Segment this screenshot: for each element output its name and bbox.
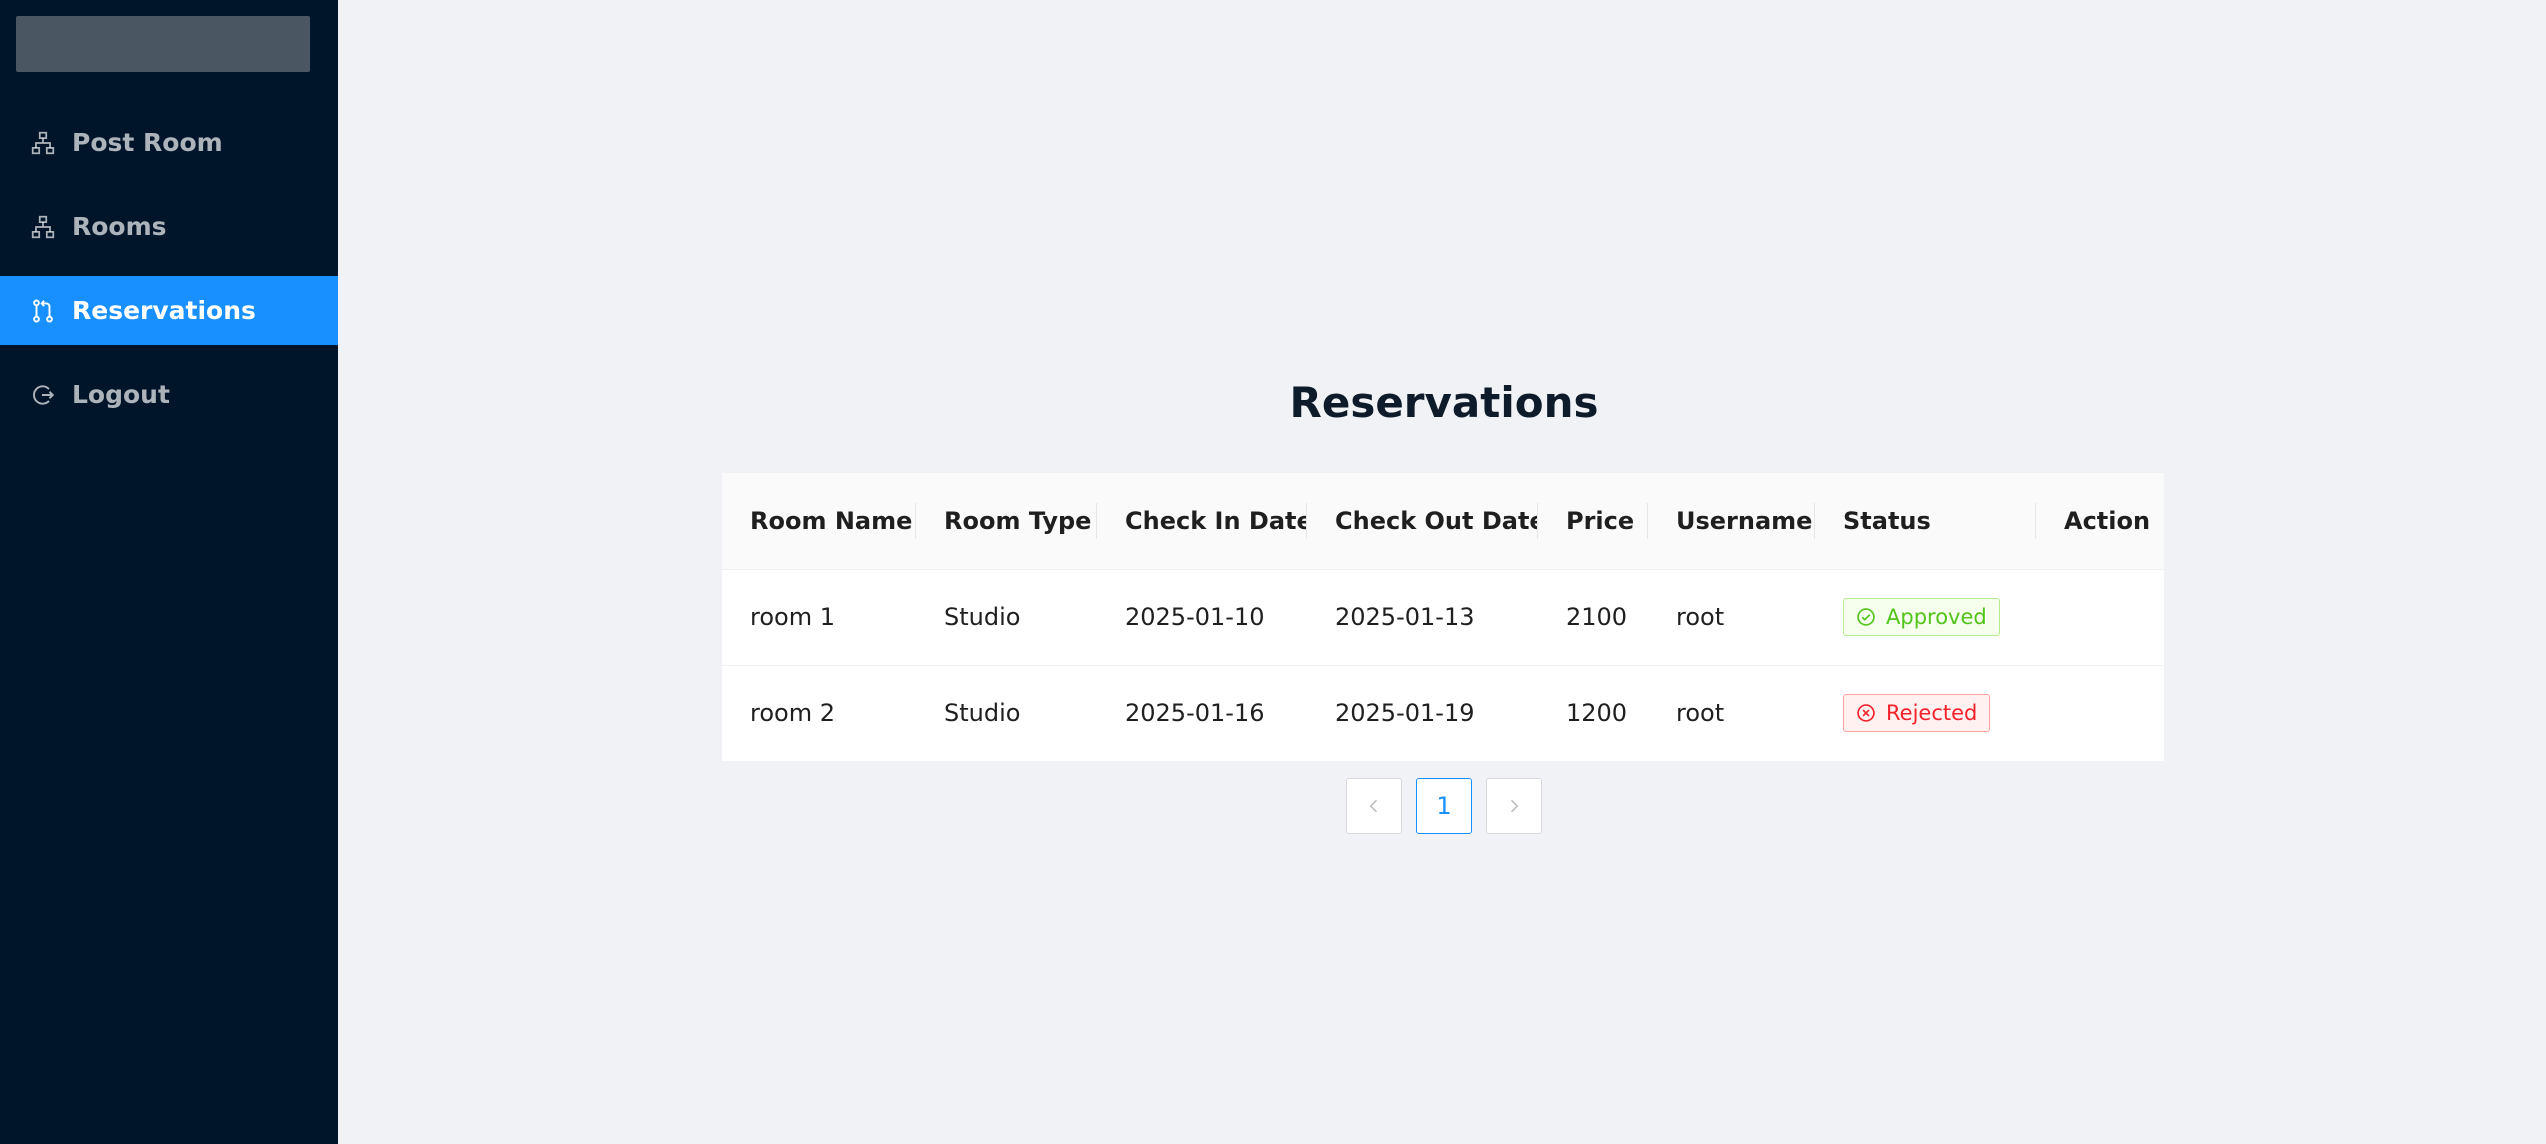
- previous-page-button[interactable]: [1346, 778, 1402, 834]
- sidebar-item-label: Rooms: [72, 212, 167, 241]
- sidebar-item-post-room[interactable]: Post Room: [0, 108, 338, 177]
- main-content: Reservations Room Name Room Type Check I…: [338, 0, 2546, 1144]
- chevron-left-icon: [1369, 799, 1378, 813]
- reservations-table: Room Name Room Type Check In Date Check …: [722, 473, 2164, 761]
- column-header-room-name: Room Name: [722, 473, 916, 570]
- sidebar-item-reservations[interactable]: Reservations: [0, 276, 338, 345]
- page-title: Reservations: [1289, 378, 1599, 427]
- column-header-room-type: Room Type: [916, 473, 1097, 570]
- sidebar-item-logout[interactable]: Logout: [0, 360, 338, 429]
- cluster-icon: [30, 214, 56, 240]
- check-circle-icon: [1857, 608, 1875, 626]
- cell-price: 1200: [1566, 699, 1628, 728]
- sidebar-item-label: Post Room: [72, 128, 223, 157]
- cell-check-in-date: 2025-01-16: [1125, 699, 1265, 728]
- cell-check-out-date: 2025-01-19: [1335, 699, 1475, 728]
- cell-username: root: [1648, 569, 1815, 666]
- status-badge: Rejected: [1843, 694, 1991, 733]
- cell-check-in-date: 2025-01-10: [1097, 569, 1307, 666]
- table-row: room 1 Studio 2025-01-10 2025-01-13 2100…: [722, 569, 2164, 666]
- cell-room-name: room 2: [750, 699, 835, 728]
- page-number-button[interactable]: 1: [1416, 778, 1472, 834]
- close-circle-icon: [1857, 704, 1875, 722]
- cell-action: [2036, 569, 2164, 666]
- cell-action: [2036, 665, 2164, 761]
- sidebar-item-label: Logout: [72, 380, 170, 409]
- status-badge-label: Approved: [1886, 605, 1987, 629]
- column-header-status: Status: [1815, 473, 2036, 570]
- cell-status: Approved: [1815, 569, 2036, 666]
- pagination: 1: [1346, 778, 1542, 834]
- cluster-icon: [30, 130, 56, 156]
- sidebar-item-label: Reservations: [72, 296, 256, 325]
- cell-check-out-date: 2025-01-13: [1307, 569, 1538, 666]
- table-row: room 2 Studio 2025-01-16 2025-01-19 1200…: [722, 665, 2164, 761]
- column-header-check-out-date: Check Out Date: [1307, 473, 1546, 570]
- cell-status: Rejected: [1815, 665, 2036, 761]
- column-header-username: Username: [1648, 473, 1815, 570]
- column-header-check-in-date: Check In Date: [1097, 473, 1313, 570]
- cell-room-name: room 1: [722, 569, 916, 666]
- sidebar: Post Room Rooms Reservations Logout: [0, 0, 338, 1144]
- table-header-row: Room Name Room Type Check In Date Check …: [722, 473, 2164, 570]
- chevron-right-icon: [1510, 799, 1519, 813]
- cell-price: 2100: [1538, 569, 1648, 666]
- logout-icon: [30, 382, 56, 408]
- pull-request-icon: [30, 298, 56, 324]
- cell-room-type: Studio: [916, 569, 1097, 666]
- cell-username: root: [1676, 699, 1725, 728]
- cell-room-type: Studio: [944, 699, 1021, 728]
- logo-placeholder: [16, 16, 310, 72]
- column-header-action: Action: [2036, 473, 2164, 570]
- sidebar-item-rooms[interactable]: Rooms: [0, 192, 338, 261]
- column-header-price: Price: [1538, 473, 1648, 570]
- status-badge-label: Rejected: [1886, 701, 1978, 726]
- next-page-button[interactable]: [1486, 778, 1542, 834]
- sidebar-menu: Post Room Rooms Reservations Logout: [0, 108, 338, 444]
- status-badge: Approved: [1843, 598, 2000, 636]
